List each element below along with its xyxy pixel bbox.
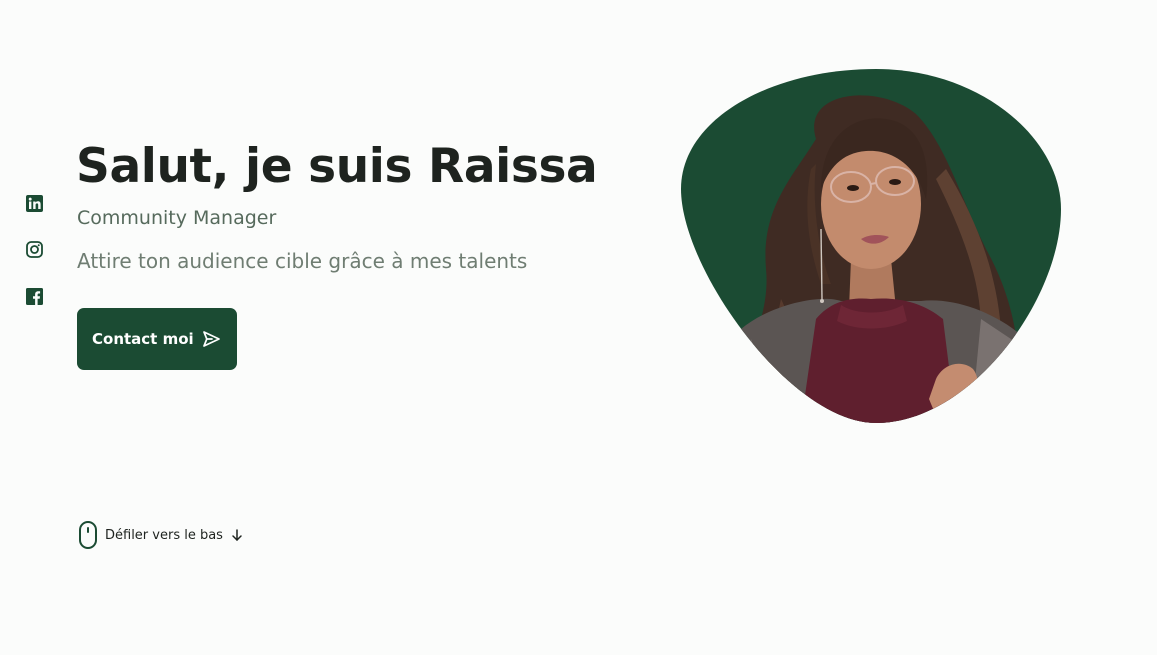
instagram-icon[interactable]: [26, 241, 43, 258]
mouse-icon: [78, 520, 98, 550]
linkedin-icon[interactable]: [26, 195, 43, 212]
contact-button[interactable]: Contact moi: [77, 308, 237, 370]
page-title: Salut, je suis Raissa: [76, 139, 598, 194]
contact-button-label: Contact moi: [92, 330, 194, 348]
arrow-down-icon: [223, 528, 244, 542]
profile-image: [681, 69, 1061, 423]
send-icon: [201, 329, 221, 349]
scroll-label: Défiler vers le bas: [105, 527, 223, 543]
facebook-icon[interactable]: [26, 288, 43, 305]
job-subtitle: Community Manager: [77, 207, 277, 229]
tagline: Attire ton audience cible grâce à mes ta…: [77, 249, 528, 273]
scroll-down-link[interactable]: Défiler vers le bas: [78, 520, 244, 550]
